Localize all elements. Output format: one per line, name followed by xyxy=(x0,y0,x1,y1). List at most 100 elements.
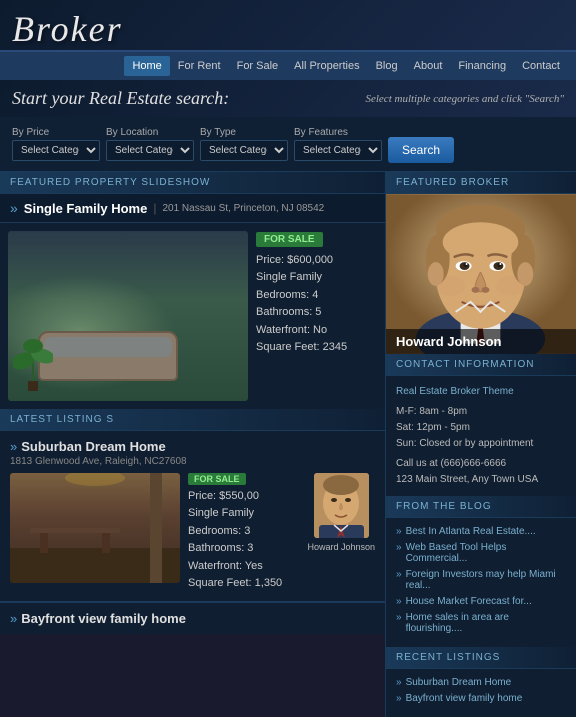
nav-about[interactable]: About xyxy=(406,56,451,76)
listing-broker: Howard Johnson xyxy=(307,473,375,593)
bayfront-name: Bayfront view family home xyxy=(21,611,186,626)
property-address: 201 Nassau St, Princeton, NJ 08542 xyxy=(162,203,324,214)
bayfront-chevron-icon: » xyxy=(10,611,17,626)
property-price: Price: $600,000 xyxy=(256,253,377,268)
list-item: » Suburban Dream Home 1813 Glenwood Ave,… xyxy=(0,431,385,602)
listing-price: Price: $550,00 xyxy=(188,489,299,504)
recent-item[interactable]: Bayfront view family home xyxy=(396,693,566,704)
blog-header: FROM THE BLOG xyxy=(386,496,576,518)
by-location-label: By Location xyxy=(106,127,194,138)
right-column: FEATURED BROKER xyxy=(385,172,576,717)
contact-hours1: M-F: 8am - 8pm xyxy=(396,404,566,420)
blog-item[interactable]: House Market Forecast for... xyxy=(396,596,566,607)
featured-property-section: FEATURED PROPERTY SLIDESHOW » Single Fam… xyxy=(0,172,385,409)
separator: | xyxy=(153,201,156,215)
contact-hours2: Sat: 12pm - 5pm xyxy=(396,420,566,436)
bayfront-title: » Bayfront view family home xyxy=(10,611,375,626)
chevron-icon: » xyxy=(10,200,18,216)
room-decoration xyxy=(10,473,180,583)
featured-property-header: FEATURED PROPERTY SLIDESHOW xyxy=(0,172,385,194)
contact-hours3: Sun: Closed or by appointment xyxy=(396,436,566,452)
property-image xyxy=(8,231,248,401)
latest-listings-section: LATEST LISTING S » Suburban Dream Home 1… xyxy=(0,409,385,634)
search-bar: By Price Select Category By Location Sel… xyxy=(0,117,576,172)
property-type: Single Family xyxy=(256,270,377,285)
recent-listings-header: RECENT LISTINGS xyxy=(386,647,576,669)
listing-broker-name: Howard Johnson xyxy=(307,542,375,552)
plant-decoration xyxy=(13,331,53,391)
features-select[interactable]: Select Category xyxy=(294,140,382,161)
search-by-price: By Price Select Category xyxy=(12,127,100,161)
broker-photo: Howard Johnson xyxy=(386,194,576,354)
latest-listings-header: LATEST LISTING S xyxy=(0,409,385,431)
search-by-location: By Location Select Category xyxy=(106,127,194,161)
property-bathrooms: Bathrooms: 5 xyxy=(256,305,377,320)
nav-for-rent[interactable]: For Rent xyxy=(170,56,229,76)
by-features-label: By Features xyxy=(294,127,382,138)
nav-all-properties[interactable]: All Properties xyxy=(286,56,367,76)
contact-phone: Call us at (666)666-6666 xyxy=(396,456,566,472)
blog-item[interactable]: Web Based Tool Helps Commercial... xyxy=(396,542,566,564)
listing-name: Suburban Dream Home xyxy=(21,439,165,454)
left-column: FEATURED PROPERTY SLIDESHOW » Single Fam… xyxy=(0,172,385,717)
listing-content: FOR SALE Price: $550,00 Single Family Be… xyxy=(10,473,375,593)
listing-image xyxy=(10,473,180,583)
blog-item[interactable]: Best In Atlanta Real Estate.... xyxy=(396,526,566,537)
property-sqft: Square Feet: 2345 xyxy=(256,340,377,355)
tagline-left: Start your Real Estate search: xyxy=(12,88,229,109)
contact-header: CONTACT INFORMATION xyxy=(386,354,576,376)
search-by-features: By Features Select Category xyxy=(294,127,382,161)
by-price-label: By Price xyxy=(12,127,100,138)
logo: Broker xyxy=(12,8,564,50)
property-name: Single Family Home xyxy=(24,201,148,216)
blog-item[interactable]: Home sales in area are flourishing.... xyxy=(396,612,566,634)
property-bedrooms: Bedrooms: 4 xyxy=(256,288,377,303)
search-button[interactable]: Search xyxy=(388,137,454,163)
listing-bedrooms: Bedrooms: 3 xyxy=(188,524,299,539)
blog-item[interactable]: Foreign Investors may help Miami real... xyxy=(396,569,566,591)
bathtub-decoration xyxy=(38,331,178,381)
by-type-label: By Type xyxy=(200,127,288,138)
property-content: FOR SALE Price: $600,000 Single Family B… xyxy=(0,223,385,409)
listing-sqft: Square Feet: 1,350 xyxy=(188,576,299,591)
blog-list: Best In Atlanta Real Estate.... Web Base… xyxy=(386,518,576,647)
tagline-bar: Start your Real Estate search: Select mu… xyxy=(0,80,576,117)
nav-blog[interactable]: Blog xyxy=(368,56,406,76)
contact-company: Real Estate Broker Theme xyxy=(396,384,566,400)
for-sale-badge: FOR SALE xyxy=(256,232,323,247)
type-select[interactable]: Select Category xyxy=(200,140,288,161)
listing-chevron-icon: » xyxy=(10,439,17,454)
listing-broker-photo xyxy=(314,473,369,538)
listing-type: Single Family xyxy=(188,506,299,521)
price-select[interactable]: Select Category xyxy=(12,140,100,161)
broker-face-small-icon xyxy=(314,473,369,538)
recent-item[interactable]: Suburban Dream Home xyxy=(396,677,566,688)
listing-badge: FOR SALE xyxy=(188,473,246,485)
blog-section: FROM THE BLOG Best In Atlanta Real Estat… xyxy=(386,496,576,647)
contact-section: CONTACT INFORMATION Real Estate Broker T… xyxy=(386,354,576,496)
broker-name-overlay: Howard Johnson xyxy=(386,329,576,354)
listing-title-bar: » Suburban Dream Home xyxy=(10,439,375,454)
listing-address: 1813 Glenwood Ave, Raleigh, NC27608 xyxy=(10,456,375,467)
contact-address: 123 Main Street, Any Town USA xyxy=(396,472,566,488)
recent-listings-section: RECENT LISTINGS Suburban Dream Home Bayf… xyxy=(386,647,576,717)
listing-waterfront: Waterfront: Yes xyxy=(188,559,299,574)
property-details: FOR SALE Price: $600,000 Single Family B… xyxy=(256,231,377,401)
listing-details: FOR SALE Price: $550,00 Single Family Be… xyxy=(188,473,299,593)
nav-home[interactable]: Home xyxy=(124,56,169,76)
listing-bathrooms: Bathrooms: 3 xyxy=(188,541,299,556)
search-by-type: By Type Select Category xyxy=(200,127,288,161)
property-waterfront: Waterfront: No xyxy=(256,323,377,338)
nav-financing[interactable]: Financing xyxy=(450,56,514,76)
navigation: Home For Rent For Sale All Properties Bl… xyxy=(0,52,576,80)
location-select[interactable]: Select Category xyxy=(106,140,194,161)
bayfront-section: » Bayfront view family home xyxy=(0,602,385,634)
contact-details: Real Estate Broker Theme M-F: 8am - 8pm … xyxy=(386,376,576,496)
featured-broker-header: FEATURED BROKER xyxy=(386,172,576,194)
nav-contact[interactable]: Contact xyxy=(514,56,568,76)
nav-for-sale[interactable]: For Sale xyxy=(229,56,287,76)
tagline-right: Select multiple categories and click "Se… xyxy=(365,93,564,105)
main-layout: FEATURED PROPERTY SLIDESHOW » Single Fam… xyxy=(0,172,576,717)
recent-list: Suburban Dream Home Bayfront view family… xyxy=(386,669,576,717)
header: Broker xyxy=(0,0,576,52)
